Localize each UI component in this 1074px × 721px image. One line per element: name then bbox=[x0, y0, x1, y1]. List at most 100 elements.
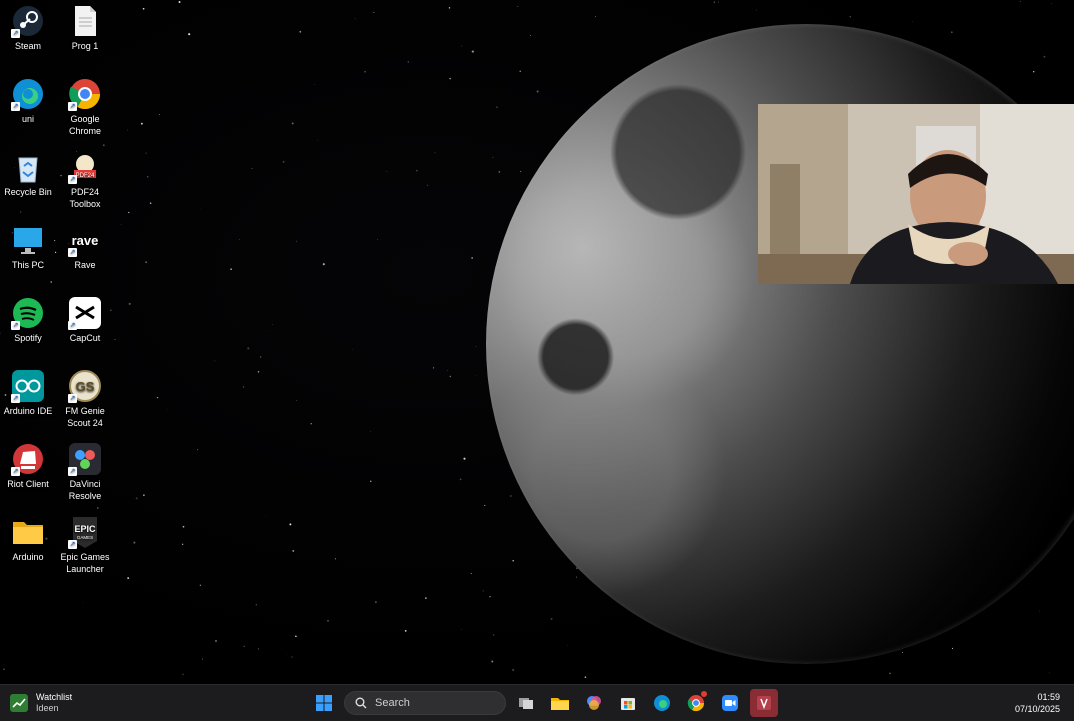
widget-title: Watchlist bbox=[36, 692, 72, 703]
star bbox=[3, 668, 5, 670]
copilot-button[interactable] bbox=[580, 689, 608, 717]
star bbox=[215, 640, 216, 641]
desktop-icon-prog-1[interactable]: Prog 1 bbox=[57, 4, 113, 52]
svg-text:PDF24: PDF24 bbox=[76, 173, 95, 179]
star bbox=[462, 46, 463, 47]
recycle-bin-icon bbox=[11, 150, 45, 184]
folder-icon bbox=[11, 515, 45, 549]
desktop-icon-label: FM Genie Scout 24 bbox=[65, 406, 105, 428]
windows-start-button[interactable] bbox=[310, 689, 338, 717]
star bbox=[121, 224, 122, 225]
star bbox=[370, 431, 371, 432]
star bbox=[182, 544, 183, 545]
star bbox=[50, 281, 52, 283]
desktop-icon-davinci-resolve[interactable]: ↗DaVinci Resolve bbox=[57, 442, 113, 502]
video-editor-taskbar-button[interactable] bbox=[750, 689, 778, 717]
star bbox=[260, 356, 261, 357]
star bbox=[889, 673, 891, 675]
file-explorer-button[interactable] bbox=[546, 689, 574, 717]
desktop-icon-label: Spotify bbox=[14, 333, 42, 343]
star bbox=[258, 648, 259, 649]
svg-text:GS: GS bbox=[76, 379, 95, 394]
desktop-icon-arduino[interactable]: Arduino bbox=[0, 515, 56, 563]
chrome-icon: ↗ bbox=[68, 77, 102, 111]
chrome-taskbar-button[interactable] bbox=[682, 689, 710, 717]
star bbox=[370, 481, 371, 482]
fm-genie-scout-icon: GS↗ bbox=[68, 369, 102, 403]
shortcut-arrow-icon: ↗ bbox=[11, 467, 20, 476]
star bbox=[537, 91, 539, 93]
desktop-icon-spotify[interactable]: ↗Spotify bbox=[0, 296, 56, 344]
star bbox=[157, 397, 158, 398]
shortcut-arrow-icon: ↗ bbox=[11, 29, 20, 38]
monitor-icon bbox=[11, 223, 45, 257]
desktop-icon-uni[interactable]: ↗uni bbox=[0, 77, 56, 125]
desktop-icon-epic-games-launcher[interactable]: EPICGAMES↗ Epic Games Launcher bbox=[57, 515, 113, 575]
desktop-icon-rave[interactable]: rave↗Rave bbox=[57, 223, 113, 271]
star bbox=[147, 176, 149, 178]
star bbox=[150, 202, 152, 204]
desktop-icon-recycle-bin[interactable]: Recycle Bin bbox=[0, 150, 56, 198]
desktop-icon-google-chrome[interactable]: ↗Google Chrome bbox=[57, 77, 113, 137]
star bbox=[188, 33, 190, 35]
star bbox=[247, 347, 249, 349]
star bbox=[595, 16, 596, 17]
star bbox=[323, 263, 325, 265]
star bbox=[850, 16, 851, 17]
taskbar-center: Search bbox=[310, 689, 778, 717]
shortcut-arrow-icon: ↗ bbox=[11, 102, 20, 111]
star bbox=[266, 330, 267, 331]
search-placeholder: Search bbox=[375, 697, 410, 709]
desktop-icon-label: Epic Games Launcher bbox=[60, 552, 109, 574]
desktop[interactable]: ↗Steam Prog 1 ↗uni↗Google ChromeRecycle Bi… bbox=[0, 0, 1074, 684]
star bbox=[256, 604, 257, 605]
star bbox=[512, 560, 513, 561]
star bbox=[145, 261, 147, 263]
desktop-icon-steam[interactable]: ↗Steam bbox=[0, 4, 56, 52]
file-explorer-icon bbox=[550, 694, 570, 712]
zoom-taskbar-button[interactable] bbox=[716, 689, 744, 717]
star bbox=[292, 122, 294, 124]
star bbox=[416, 170, 417, 171]
star bbox=[952, 648, 953, 649]
star bbox=[127, 577, 129, 579]
star bbox=[214, 360, 215, 361]
star bbox=[460, 479, 462, 481]
star bbox=[1020, 1, 1021, 2]
star bbox=[265, 516, 266, 517]
store-button[interactable] bbox=[614, 689, 642, 717]
desktop-icon-label: Prog 1 bbox=[72, 41, 99, 51]
star bbox=[1043, 56, 1045, 58]
star bbox=[449, 78, 450, 79]
riot-client-icon: ↗ bbox=[11, 442, 45, 476]
star bbox=[200, 585, 201, 586]
desktop-icon-pdf24-toolbox[interactable]: PDF24↗PDF24 Toolbox bbox=[57, 150, 113, 210]
windows-start-icon bbox=[315, 694, 333, 712]
epic-games-icon: EPICGAMES↗ bbox=[68, 515, 102, 549]
star bbox=[951, 31, 953, 33]
star bbox=[145, 152, 146, 153]
star bbox=[718, 2, 719, 3]
desktop-icon-arduino-ide[interactable]: ↗Arduino IDE bbox=[0, 369, 56, 417]
star bbox=[510, 496, 511, 497]
watchlist-widget[interactable]: Watchlist Ideen bbox=[10, 690, 72, 716]
task-view-button[interactable] bbox=[512, 689, 540, 717]
star bbox=[295, 636, 297, 638]
edge-taskbar-button[interactable] bbox=[648, 689, 676, 717]
desktop-icon-fm-genie-scout-24[interactable]: GS↗ FM Genie Scout 24 bbox=[57, 369, 113, 429]
desktop-icon-label: Riot Client bbox=[7, 479, 49, 489]
desktop-icon-label: PDF24 Toolbox bbox=[69, 187, 100, 209]
star bbox=[127, 130, 128, 131]
star bbox=[335, 558, 336, 559]
desktop-icon-this-pc[interactable]: This PC bbox=[0, 223, 56, 271]
taskbar-search[interactable]: Search bbox=[344, 691, 506, 715]
system-clock[interactable]: 01:59 07/10/2025 bbox=[1015, 691, 1060, 715]
stock-chart-icon bbox=[10, 694, 28, 712]
star bbox=[902, 652, 903, 653]
desktop-icon-capcut[interactable]: ↗CapCut bbox=[57, 296, 113, 344]
star bbox=[181, 25, 182, 26]
star bbox=[314, 84, 315, 85]
steam-icon: ↗ bbox=[11, 4, 45, 38]
star bbox=[355, 19, 356, 20]
desktop-icon-riot-client[interactable]: ↗ Riot Client bbox=[0, 442, 56, 490]
